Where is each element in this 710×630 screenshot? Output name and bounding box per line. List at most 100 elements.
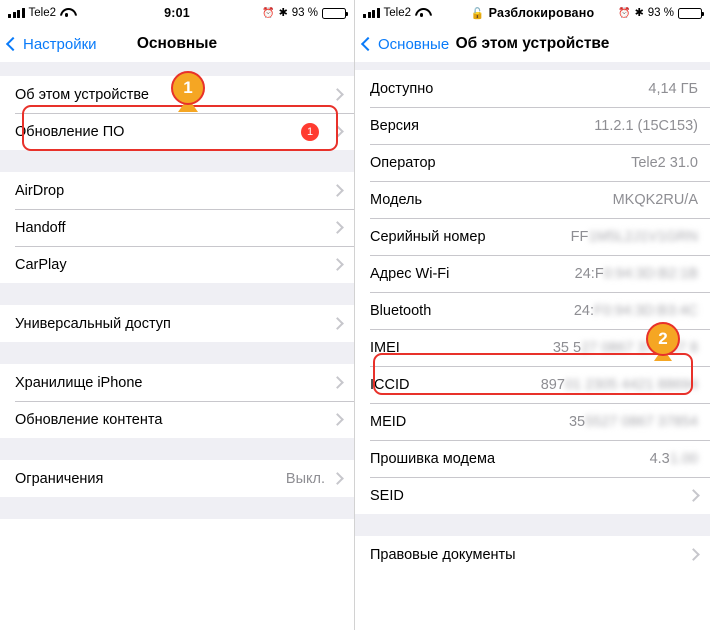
chevron-right-icon xyxy=(331,258,344,271)
row-label: Об этом устройстве xyxy=(15,86,149,103)
group-storage: Хранилище iPhone Обновление контента xyxy=(0,364,354,438)
chevron-left-icon xyxy=(5,36,21,52)
group-about-info: Доступно 4,14 ГБ Версия 11.2.1 (15C153) … xyxy=(355,70,710,514)
right-status-bar: Tele2 🔓 Разблокировано ⏰ ✱ 93 % xyxy=(355,0,710,26)
row-label: ICCID xyxy=(370,376,410,393)
back-button-settings[interactable]: Настройки xyxy=(5,35,97,53)
chevron-right-icon xyxy=(331,125,344,138)
row-label: Handoff xyxy=(15,219,66,236)
section-gap xyxy=(355,62,710,70)
group-connectivity: AirDrop Handoff CarPlay xyxy=(0,172,354,283)
callout-1: 1 xyxy=(171,71,205,105)
row-value-redacted: 5527 0867 37854 xyxy=(585,413,698,430)
row-wifi-address: Адрес Wi-Fi 24:F 0:94:3D:B2:1B xyxy=(355,255,710,292)
section-gap xyxy=(0,283,354,305)
left-phone-screen: Tele2 9:01 ⏰ ✱ 93 % Настройки Основные О… xyxy=(0,0,355,630)
status-right-group: ⏰ ✱ 93 % xyxy=(618,6,705,19)
row-label: IMEI xyxy=(370,339,400,356)
row-legal-documents[interactable]: Правовые документы xyxy=(355,536,710,573)
chevron-right-icon xyxy=(331,376,344,389)
chevron-right-icon xyxy=(331,221,344,234)
row-label: Серийный номер xyxy=(370,228,486,245)
section-gap xyxy=(0,150,354,172)
row-value-redacted: 1M5L2J1V1GRN xyxy=(588,228,698,245)
row-serial-number: Серийный номер FF 1M5L2J1V1GRN xyxy=(355,218,710,255)
row-value: MKQK2RU/A xyxy=(612,191,698,208)
group-accessibility: Универсальный доступ xyxy=(0,305,354,342)
row-value-visible: 897 xyxy=(540,376,565,393)
row-label: Версия xyxy=(370,117,420,134)
row-value: Выкл. xyxy=(285,470,325,487)
row-value: 897 01 2305 4421 88694 xyxy=(541,377,698,393)
row-value-visible: 4.3 xyxy=(649,450,670,467)
row-label: Модель xyxy=(370,191,423,208)
row-label: Хранилище iPhone xyxy=(15,374,143,391)
row-value-redacted: 1.00 xyxy=(669,450,698,467)
row-version: Версия 11.2.1 (15C153) xyxy=(355,107,710,144)
section-gap xyxy=(0,342,354,364)
row-value-visible: FF xyxy=(570,228,589,245)
row-label: Bluetooth xyxy=(370,302,432,319)
row-meid: MEID 35 5527 0867 37854 xyxy=(355,403,710,440)
row-value-redacted: F0:94:3D:B3:4C xyxy=(594,302,698,319)
left-nav-bar: Настройки Основные xyxy=(0,26,354,62)
section-gap xyxy=(0,438,354,460)
row-label: Правовые документы xyxy=(370,546,516,563)
row-label: Доступно xyxy=(370,80,434,97)
alarm-icon: ⏰ xyxy=(262,7,275,19)
back-button-general[interactable]: Основные xyxy=(360,36,449,53)
row-accessibility[interactable]: Универсальный доступ xyxy=(0,305,354,342)
row-value-redacted: 0:94:3D:B2:1B xyxy=(603,265,698,282)
row-value: 35 5527 0867 37854 xyxy=(569,414,698,430)
row-airdrop[interactable]: AirDrop xyxy=(0,172,354,209)
row-value-redacted: 27 0867 378547 8 xyxy=(581,339,698,356)
battery-percent-label: 93 % xyxy=(647,7,674,19)
back-button-label: Настройки xyxy=(23,35,97,53)
callout-2: 2 xyxy=(646,322,680,356)
row-handoff[interactable]: Handoff xyxy=(0,209,354,246)
bluetooth-icon: ✱ xyxy=(634,6,644,19)
row-seid[interactable]: SEID xyxy=(355,477,710,514)
row-iphone-storage[interactable]: Хранилище iPhone xyxy=(0,364,354,401)
row-value: 4.3 1.00 xyxy=(650,451,698,467)
right-nav-bar: Основные Об этом устройстве xyxy=(355,26,710,62)
row-value: 11.2.1 (15C153) xyxy=(594,117,698,134)
row-value: FF 1M5L2J1V1GRN xyxy=(571,229,698,245)
left-status-bar: Tele2 9:01 ⏰ ✱ 93 % xyxy=(0,0,354,26)
row-value-visible: 35 5 xyxy=(552,339,582,356)
chevron-right-icon xyxy=(331,184,344,197)
battery-icon xyxy=(322,7,349,19)
row-background-refresh[interactable]: Обновление контента xyxy=(0,401,354,438)
chevron-right-icon xyxy=(331,88,344,101)
chevron-right-icon xyxy=(687,489,700,502)
battery-icon xyxy=(678,7,705,19)
group-restrictions: Ограничения Выкл. xyxy=(0,460,354,497)
section-gap xyxy=(355,514,710,536)
chevron-right-icon xyxy=(331,413,344,426)
row-restrictions[interactable]: Ограничения Выкл. xyxy=(0,460,354,497)
row-label: Адрес Wi-Fi xyxy=(370,265,450,282)
row-software-update[interactable]: Обновление ПО 1 xyxy=(0,113,354,150)
badge-update-count: 1 xyxy=(301,122,319,141)
right-phone-screen: Tele2 🔓 Разблокировано ⏰ ✱ 93 % Основные… xyxy=(355,0,710,630)
row-label: Обновление ПО xyxy=(15,123,125,140)
row-value: 24:F 0:94:3D:B2:1B xyxy=(575,266,698,282)
row-model: Модель MKQK2RU/A xyxy=(355,181,710,218)
lock-open-icon: 🔓 xyxy=(470,7,485,20)
row-label: Универсальный доступ xyxy=(15,315,171,332)
row-modem-firmware: Прошивка модема 4.3 1.00 xyxy=(355,440,710,477)
status-right-group: ⏰ ✱ 93 % xyxy=(262,7,349,19)
row-value-visible: 24: xyxy=(573,302,595,319)
row-value: 4,14 ГБ xyxy=(648,80,698,97)
chevron-right-icon xyxy=(331,472,344,485)
section-gap xyxy=(0,497,354,519)
dual-screenshot-container: Tele2 9:01 ⏰ ✱ 93 % Настройки Основные О… xyxy=(0,0,710,630)
row-value-visible: 35 xyxy=(568,413,586,430)
right-about-table: Доступно 4,14 ГБ Версия 11.2.1 (15C153) … xyxy=(355,62,710,573)
row-carplay[interactable]: CarPlay xyxy=(0,246,354,283)
row-available: Доступно 4,14 ГБ xyxy=(355,70,710,107)
row-label: MEID xyxy=(370,413,407,430)
chevron-right-icon xyxy=(687,548,700,561)
chevron-left-icon xyxy=(360,36,376,52)
group-legal: Правовые документы xyxy=(355,536,710,573)
